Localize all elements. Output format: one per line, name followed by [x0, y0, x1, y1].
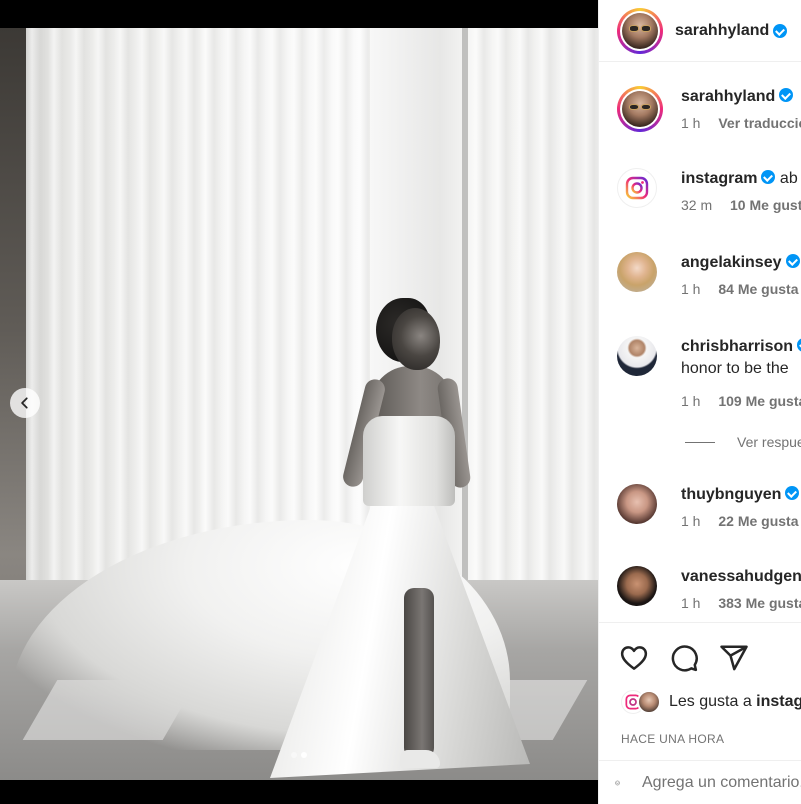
- comment-time[interactable]: 32 m: [681, 197, 712, 213]
- caption-avatar[interactable]: [617, 86, 663, 132]
- view-replies-label: Ver respuestas: [737, 434, 801, 450]
- emoji-icon[interactable]: [615, 769, 620, 797]
- verified-badge-icon: [779, 88, 794, 102]
- commenter-avatar[interactable]: [617, 484, 657, 524]
- comments-list: sarahhyland 1 h Ver traducción: [599, 62, 801, 624]
- verified-badge-icon: [797, 338, 801, 352]
- comment-time[interactable]: 1 h: [681, 281, 700, 297]
- commenter-username[interactable]: vanessahudgens: [681, 568, 801, 585]
- caption-username[interactable]: sarahhyland: [681, 88, 775, 105]
- likes-user[interactable]: instagram: [756, 693, 801, 710]
- add-comment-bar: [599, 760, 801, 804]
- likes-summary[interactable]: Les gusta a instagram: [621, 690, 801, 714]
- comment-text: honor to be the: [681, 360, 789, 377]
- likes-prefix: Les gusta a: [669, 693, 757, 710]
- post-media-pane: [0, 0, 598, 804]
- liker-avatar: [637, 690, 661, 714]
- comment-icon[interactable]: [669, 643, 699, 673]
- comment-likes[interactable]: 10 Me gusta: [730, 197, 801, 213]
- chevron-left-icon: [21, 397, 28, 409]
- verified-badge-icon: [761, 170, 776, 184]
- comment-time[interactable]: 1 h: [681, 393, 700, 409]
- carousel-indicator: [0, 752, 598, 758]
- comment-item: chrisbharrison honor to be the 1 h 109 M…: [617, 336, 801, 412]
- comment-input[interactable]: [642, 773, 801, 792]
- instagram-logo-icon: [625, 176, 649, 200]
- commenter-avatar[interactable]: [617, 566, 657, 606]
- post-actions: [599, 622, 801, 692]
- comment-likes[interactable]: 109 Me gusta: [718, 393, 801, 409]
- commenter-username[interactable]: angelakinsey: [681, 254, 782, 271]
- comment-likes[interactable]: 84 Me gusta: [718, 281, 798, 297]
- comment-text: ab: [779, 170, 798, 187]
- comment-item: angelakinsey 1 h 84 Me gusta: [617, 252, 801, 300]
- heart-icon[interactable]: [619, 643, 649, 673]
- comment-item: vanessahudgens 1 h 383 Me gusta: [617, 566, 801, 614]
- commenter-avatar[interactable]: [617, 252, 657, 292]
- comment-time[interactable]: 1 h: [681, 513, 700, 529]
- instagram-post-page: sarahhyland sarahhyland 1 h Ver traducci…: [0, 0, 801, 804]
- post-photo[interactable]: [0, 28, 598, 780]
- commenter-username[interactable]: thuybnguyen: [681, 486, 781, 503]
- view-replies-button[interactable]: Ver respuestas: [685, 434, 801, 450]
- carousel-dot-active: [301, 752, 307, 758]
- verified-badge-icon: [785, 254, 800, 268]
- verified-badge-icon: [773, 23, 788, 38]
- post-timestamp[interactable]: HACE UNA HORA: [621, 732, 724, 746]
- author-avatar[interactable]: [617, 7, 663, 54]
- media-top-margin: [0, 0, 598, 28]
- comment-likes[interactable]: 22 Me gusta: [718, 513, 798, 529]
- post-sidebar: sarahhyland sarahhyland 1 h Ver traducci…: [598, 0, 801, 804]
- commenter-username[interactable]: instagram: [681, 170, 757, 187]
- commenter-avatar[interactable]: [617, 336, 657, 376]
- comment-likes[interactable]: 383 Me gusta: [718, 595, 801, 611]
- author-username[interactable]: sarahhyland: [675, 22, 769, 40]
- carousel-prev-button[interactable]: [10, 388, 40, 418]
- comment-item: instagram ab 32 m 10 Me gusta: [617, 168, 801, 216]
- comment-item: thuybnguyen 1 h 22 Me gusta: [617, 484, 801, 532]
- commenter-username[interactable]: chrisbharrison: [681, 338, 793, 355]
- verified-badge-icon: [785, 486, 800, 500]
- caption-time[interactable]: 1 h: [681, 115, 700, 131]
- carousel-dot: [291, 752, 297, 758]
- commenter-avatar[interactable]: [617, 168, 657, 208]
- post-header: sarahhyland: [599, 0, 801, 62]
- share-icon[interactable]: [719, 643, 749, 673]
- translate-link[interactable]: Ver traducción: [718, 115, 801, 131]
- caption: sarahhyland 1 h Ver traducción: [617, 86, 801, 134]
- comment-time[interactable]: 1 h: [681, 595, 700, 611]
